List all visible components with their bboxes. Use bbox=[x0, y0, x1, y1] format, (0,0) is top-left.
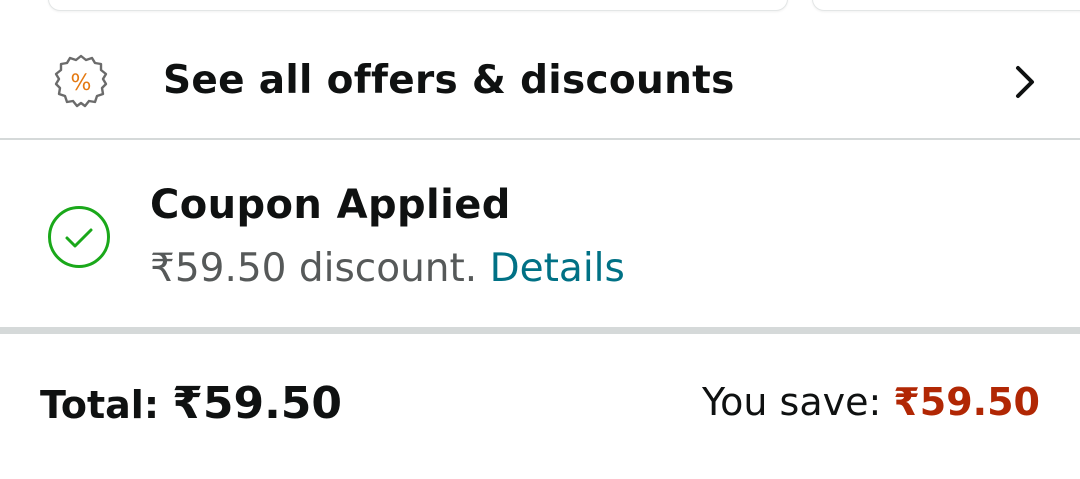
offers-row[interactable]: % See all offers & discounts bbox=[0, 22, 1080, 140]
svg-text:%: % bbox=[71, 71, 92, 96]
savings: You save: ₹59.50 bbox=[702, 375, 1040, 437]
total-value: ₹59.50 bbox=[172, 378, 343, 429]
save-label: You save: bbox=[701, 380, 894, 424]
details-link[interactable]: Details bbox=[490, 246, 625, 291]
section-divider bbox=[0, 327, 1080, 334]
coupon-applied-section: Coupon Applied ₹59.50 discount. Details bbox=[0, 142, 1080, 328]
checkout-summary: % See all offers & discounts Coupon Appl… bbox=[0, 0, 1080, 479]
discount-amount-text: ₹59.50 discount. bbox=[150, 246, 478, 291]
top-card-right bbox=[812, 0, 1080, 11]
coupon-title: Coupon Applied bbox=[150, 182, 511, 228]
top-card-left bbox=[48, 0, 788, 11]
totals-row: Total: ₹59.50 You save: ₹59.50 bbox=[0, 334, 1080, 479]
offers-label: See all offers & discounts bbox=[163, 58, 735, 103]
order-total: Total: ₹59.50 bbox=[40, 377, 342, 440]
chevron-right-icon bbox=[1010, 62, 1040, 102]
total-label: Total: bbox=[40, 383, 173, 427]
coupon-description: ₹59.50 discount. Details bbox=[150, 243, 625, 295]
save-value: ₹59.50 bbox=[893, 380, 1040, 424]
check-circle-icon bbox=[46, 204, 112, 270]
percent-badge-icon: % bbox=[49, 52, 113, 112]
